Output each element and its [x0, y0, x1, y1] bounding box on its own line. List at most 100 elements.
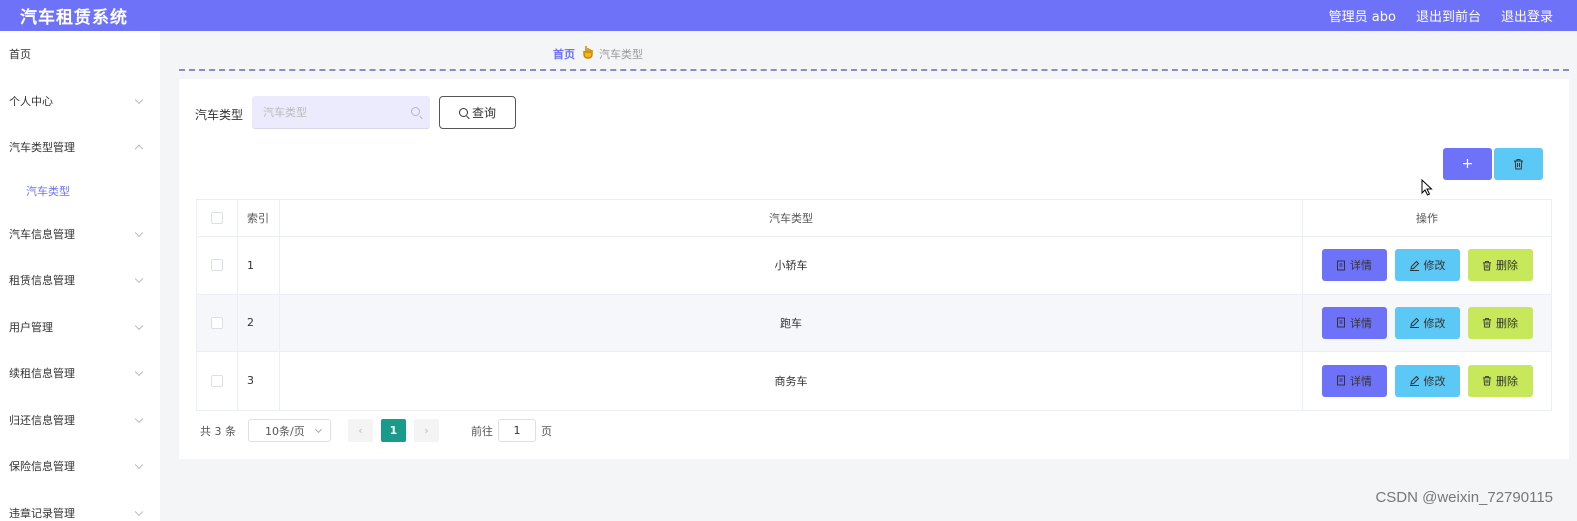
table-row: 2 跑车 详情 修改 删除	[197, 294, 1551, 352]
main-panel: 汽车类型 汽车类型 查询 + 索引 汽车类型 操作 1 小轿车 详情 修改 删除	[179, 79, 1569, 459]
pagination: 共 3 条 10条/页 ‹ 1 › 前往 1 页	[200, 419, 552, 442]
delete-button[interactable]: 删除	[1467, 249, 1533, 282]
search-icon	[411, 107, 420, 116]
search-label: 汽车类型	[195, 108, 244, 122]
row-operations: 详情 修改 删除	[1303, 352, 1551, 410]
detail-button[interactable]: 详情	[1321, 249, 1387, 282]
edit-button[interactable]: 修改	[1394, 249, 1460, 282]
page-size-select[interactable]: 10条/页	[248, 419, 331, 442]
table-row: 3 商务车 详情 修改 删除	[197, 352, 1551, 410]
chevron-down-icon	[134, 95, 144, 104]
trash-icon	[1482, 376, 1492, 386]
sidebar-item-label: 用户管理	[9, 320, 53, 334]
top-bar-actions: 管理员 abo 退出到前台 退出登录	[1329, 0, 1553, 31]
select-all-checkbox[interactable]	[211, 212, 223, 224]
header-operations: 操作	[1416, 212, 1438, 225]
sidebar-item-label: 首页	[9, 48, 31, 62]
breadcrumb-home[interactable]: 首页	[553, 46, 575, 62]
row-car-type: 跑车	[280, 294, 1303, 351]
sidebar-item-user-management[interactable]: 用户管理	[0, 304, 160, 351]
detail-button[interactable]: 详情	[1321, 306, 1387, 339]
sidebar-item-car-type-management[interactable]: 汽车类型管理	[0, 124, 160, 171]
row-index: 1	[238, 237, 280, 294]
row-index: 3	[238, 352, 280, 410]
query-button[interactable]: 查询	[439, 96, 516, 129]
batch-delete-button[interactable]	[1494, 148, 1543, 180]
chevron-down-icon	[134, 367, 144, 377]
sidebar-subitem-label: 汽车类型	[26, 184, 70, 198]
mouse-cursor-icon	[1421, 179, 1433, 196]
prev-page-button[interactable]: ‹	[348, 419, 373, 442]
detail-label: 详情	[1350, 374, 1372, 388]
edit-label: 修改	[1423, 316, 1446, 330]
trash-icon	[1482, 318, 1492, 328]
sidebar-item-label: 归还信息管理	[9, 413, 75, 427]
row-checkbox[interactable]	[211, 374, 223, 387]
sidebar-item-return-info-management[interactable]: 归还信息管理	[0, 397, 160, 444]
sidebar-item-label: 汽车类型管理	[9, 141, 75, 155]
query-button-label: 查询	[471, 106, 496, 120]
watermark: CSDN @weixin_72790115	[1375, 489, 1553, 506]
chevron-down-icon	[134, 228, 144, 237]
row-checkbox-cell	[197, 237, 238, 294]
detail-button[interactable]: 详情	[1321, 364, 1387, 397]
delete-label: 删除	[1496, 374, 1518, 388]
logout-link[interactable]: 退出登录	[1501, 6, 1553, 25]
chevron-down-icon	[134, 507, 144, 516]
edit-label: 修改	[1423, 374, 1446, 388]
sidebar-item-personal-center[interactable]: 个人中心	[0, 78, 160, 125]
header-index: 索引	[238, 200, 280, 236]
breadcrumb: 首页 汽车类型	[553, 45, 643, 63]
search-icon	[458, 108, 468, 117]
edit-button[interactable]: 修改	[1394, 364, 1460, 397]
document-icon	[1337, 317, 1345, 328]
sidebar-item-label: 违章记录管理	[9, 506, 75, 520]
chevron-down-icon	[134, 321, 144, 330]
trash-icon	[1514, 159, 1523, 170]
page-number-button[interactable]: 1	[381, 419, 406, 442]
top-bar: 汽车租赁系统 管理员 abo 退出到前台 退出登录	[0, 0, 1577, 31]
delete-button[interactable]: 删除	[1467, 364, 1533, 397]
car-type-table: 索引 汽车类型 操作 1 小轿车 详情 修改 删除 2 跑车 详情 修改 删除	[196, 199, 1552, 411]
sidebar-subitem-car-type[interactable]: 汽车类型	[0, 171, 160, 211]
exit-to-front-link[interactable]: 退出到前台	[1416, 6, 1481, 25]
sidebar-item-rental-info-management[interactable]: 租赁信息管理	[0, 257, 160, 304]
row-index: 2	[238, 294, 280, 351]
delete-label: 删除	[1496, 316, 1518, 330]
next-page-button[interactable]: ›	[414, 419, 439, 442]
breadcrumb-divider	[179, 69, 1569, 71]
chevron-down-icon	[134, 414, 144, 423]
goto-page-input[interactable]: 1	[498, 419, 536, 442]
admin-label[interactable]: 管理员 abo	[1329, 6, 1396, 25]
delete-label: 删除	[1496, 259, 1518, 273]
sidebar-item-violation-record-management[interactable]: 违章记录管理	[0, 490, 160, 521]
car-type-search-input[interactable]: 汽车类型	[252, 96, 430, 129]
add-button[interactable]: +	[1443, 148, 1492, 180]
sidebar-item-insurance-info-management[interactable]: 保险信息管理	[0, 443, 160, 490]
sidebar-item-label: 租赁信息管理	[9, 274, 75, 288]
row-car-type: 小轿车	[280, 237, 1303, 294]
row-checkbox[interactable]	[211, 259, 223, 272]
row-operations: 详情 修改 删除	[1303, 295, 1551, 352]
sidebar-item-renewal-info-management[interactable]: 续租信息管理	[0, 350, 160, 397]
pencil-icon	[1409, 318, 1419, 329]
goto-page: 前往 1 页	[471, 419, 552, 442]
chevron-down-icon	[134, 460, 144, 470]
sidebar-item-car-info-management[interactable]: 汽车信息管理	[0, 211, 160, 258]
page-size-value: 10条/页	[265, 424, 305, 438]
pencil-icon	[1409, 376, 1419, 387]
sidebar-item-home[interactable]: 首页	[0, 31, 160, 78]
edit-button[interactable]: 修改	[1394, 306, 1460, 339]
detail-label: 详情	[1350, 259, 1372, 273]
plus-icon: +	[1461, 156, 1474, 172]
table-header-row: 索引 汽车类型 操作	[197, 200, 1551, 237]
row-checkbox[interactable]	[211, 316, 223, 329]
chevron-up-icon	[134, 144, 144, 154]
sidebar-item-label: 续租信息管理	[9, 367, 75, 381]
row-checkbox-cell	[197, 294, 238, 351]
document-icon	[1337, 260, 1345, 271]
goto-prefix: 前往	[471, 424, 493, 438]
hand-icon	[583, 45, 593, 63]
chevron-right-icon: ›	[424, 424, 429, 437]
delete-button[interactable]: 删除	[1467, 306, 1533, 339]
